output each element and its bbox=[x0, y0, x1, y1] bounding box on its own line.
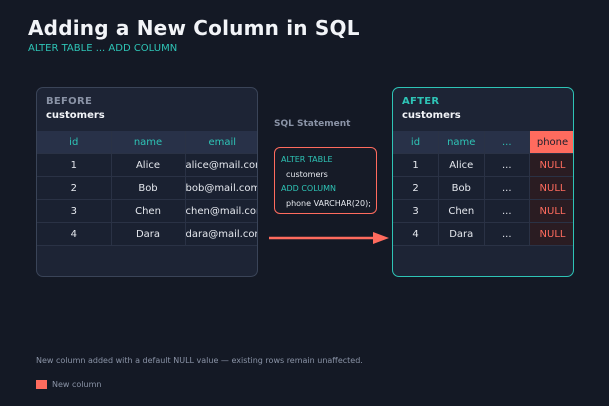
after-label: AFTER bbox=[402, 96, 440, 107]
after-table-name: customers bbox=[402, 110, 461, 121]
cell-name: Bob bbox=[111, 176, 186, 200]
column-header: ... bbox=[484, 131, 530, 154]
after-table: id name ... phone 1 Alice ... NULL 2 Bob… bbox=[393, 131, 573, 246]
cell-id: 4 bbox=[393, 222, 439, 246]
page-title: Adding a New Column in SQL bbox=[28, 16, 360, 40]
cell-ellipsis: ... bbox=[484, 199, 530, 223]
table-row: 2 Bob bob@mail.com bbox=[37, 176, 257, 200]
column-header: name bbox=[438, 131, 485, 154]
legend-label: New column bbox=[52, 380, 102, 389]
table-row: 3 Chen ... NULL bbox=[393, 199, 573, 223]
cell-id: 2 bbox=[37, 176, 112, 200]
legend: New column bbox=[36, 380, 101, 389]
cell-email: chen@mail.com bbox=[185, 199, 257, 223]
cell-phone-null: NULL bbox=[529, 199, 573, 223]
cell-ellipsis: ... bbox=[484, 222, 530, 246]
table-row: 4 Dara ... NULL bbox=[393, 222, 573, 246]
cell-name: Bob bbox=[438, 176, 485, 200]
legend-swatch bbox=[36, 380, 47, 389]
cell-name: Chen bbox=[438, 199, 485, 223]
cell-name: Chen bbox=[111, 199, 186, 223]
sql-line: phone VARCHAR(20); bbox=[286, 198, 371, 208]
before-header-row: id name email bbox=[37, 131, 257, 154]
page-subtitle: ALTER TABLE ... ADD COLUMN bbox=[28, 43, 178, 54]
before-table: id name email 1 Alice alice@mail.com 2 B… bbox=[37, 131, 257, 246]
sql-heading: SQL Statement bbox=[274, 119, 351, 129]
cell-email: alice@mail.com bbox=[185, 153, 257, 177]
cell-ellipsis: ... bbox=[484, 176, 530, 200]
arrow-right-icon bbox=[269, 232, 389, 244]
cell-id: 2 bbox=[393, 176, 439, 200]
cell-name: Dara bbox=[438, 222, 485, 246]
cell-email: bob@mail.com bbox=[185, 176, 257, 200]
cell-name: Dara bbox=[111, 222, 186, 246]
table-row: 4 Dara dara@mail.com bbox=[37, 222, 257, 246]
before-panel: BEFORE customers id name email 1 Alice a… bbox=[36, 87, 258, 277]
column-header: id bbox=[37, 131, 112, 154]
footnote: New column added with a default NULL val… bbox=[36, 356, 363, 365]
cell-id: 4 bbox=[37, 222, 112, 246]
cell-phone-null: NULL bbox=[529, 222, 573, 246]
cell-id: 3 bbox=[37, 199, 112, 223]
table-row: 2 Bob ... NULL bbox=[393, 176, 573, 200]
sql-statement-box: ALTER TABLE customers ADD COLUMN phone V… bbox=[274, 147, 377, 214]
cell-id: 3 bbox=[393, 199, 439, 223]
before-table-name: customers bbox=[46, 110, 105, 121]
cell-email: dara@mail.com bbox=[185, 222, 257, 246]
before-label: BEFORE bbox=[46, 96, 93, 107]
sql-line: customers bbox=[286, 169, 328, 179]
sql-line: ALTER TABLE bbox=[281, 155, 333, 164]
cell-ellipsis: ... bbox=[484, 153, 530, 177]
table-row: 1 Alice ... NULL bbox=[393, 153, 573, 177]
column-header: id bbox=[393, 131, 439, 154]
table-row: 1 Alice alice@mail.com bbox=[37, 153, 257, 177]
sql-line: ADD COLUMN bbox=[281, 184, 337, 193]
table-row: 3 Chen chen@mail.com bbox=[37, 199, 257, 223]
column-header: email bbox=[185, 131, 257, 154]
cell-phone-null: NULL bbox=[529, 176, 573, 200]
cell-name: Alice bbox=[438, 153, 485, 177]
cell-id: 1 bbox=[393, 153, 439, 177]
column-header: name bbox=[111, 131, 186, 154]
cell-id: 1 bbox=[37, 153, 112, 177]
after-header-row: id name ... phone bbox=[393, 131, 573, 154]
cell-name: Alice bbox=[111, 153, 186, 177]
after-panel: AFTER customers id name ... phone 1 Alic… bbox=[392, 87, 574, 277]
new-column-header: phone bbox=[529, 131, 573, 154]
cell-phone-null: NULL bbox=[529, 153, 573, 177]
